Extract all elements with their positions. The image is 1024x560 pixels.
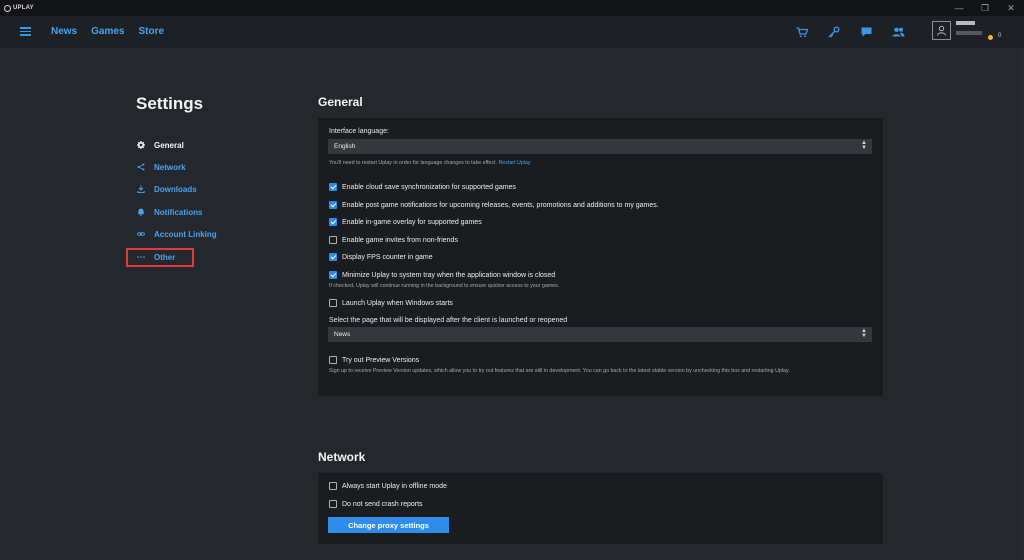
cart-icon[interactable] bbox=[795, 25, 809, 39]
sidebar-item-downloads[interactable]: Downloads bbox=[137, 182, 197, 196]
close-button[interactable]: ✕ bbox=[998, 0, 1024, 16]
logo-text: UPLAY bbox=[13, 5, 34, 11]
avatar[interactable] bbox=[932, 21, 951, 40]
checkbox[interactable] bbox=[329, 218, 337, 226]
bell-icon bbox=[137, 208, 145, 216]
checkbox[interactable] bbox=[329, 271, 337, 279]
option-fps-counter[interactable]: Display FPS counter in game bbox=[329, 253, 433, 261]
uplay-logo-icon bbox=[4, 4, 11, 12]
option-no-crash-reports[interactable]: Do not send crash reports bbox=[329, 500, 423, 508]
checkbox[interactable] bbox=[329, 500, 337, 508]
coin-balance: 0 bbox=[998, 33, 1002, 39]
language-value: English bbox=[334, 143, 356, 150]
network-panel: Always start Uplay in offline mode Do no… bbox=[318, 473, 883, 544]
checkbox[interactable] bbox=[329, 299, 337, 307]
checkbox[interactable] bbox=[329, 236, 337, 244]
top-navigation: News Games Store 0 bbox=[0, 16, 1024, 48]
link-icon bbox=[137, 230, 145, 238]
startpage-label: Select the page that will be displayed a… bbox=[329, 317, 568, 324]
option-post-game-notifications[interactable]: Enable post game notifications for upcom… bbox=[329, 201, 659, 209]
option-offline-mode[interactable]: Always start Uplay in offline mode bbox=[329, 482, 447, 490]
sidebar-item-label: Account Linking bbox=[154, 229, 217, 239]
sidebar-item-notifications[interactable]: Notifications bbox=[137, 205, 202, 219]
checkbox[interactable] bbox=[329, 183, 337, 191]
option-minimize-to-tray[interactable]: Minimize Uplay to system tray when the a… bbox=[329, 271, 555, 279]
tray-note: If checked, Uplay will continue running … bbox=[329, 283, 560, 289]
uplay-logo: UPLAY bbox=[4, 4, 34, 12]
highlight-annotation-box bbox=[126, 248, 194, 267]
option-invites-non-friends[interactable]: Enable game invites from non-friends bbox=[329, 236, 458, 244]
restart-uplay-link[interactable]: Restart Uplay bbox=[498, 160, 530, 166]
startpage-select[interactable]: News ▲ ▼ bbox=[328, 327, 872, 342]
page-title: Settings bbox=[136, 94, 204, 113]
option-ingame-overlay[interactable]: Enable in-game overlay for supported gam… bbox=[329, 218, 482, 226]
gear-icon bbox=[137, 141, 145, 149]
menu-icon[interactable] bbox=[20, 27, 31, 36]
checkbox[interactable] bbox=[329, 253, 337, 261]
general-section-title: General bbox=[318, 95, 363, 109]
download-icon bbox=[137, 185, 145, 193]
user-icon bbox=[937, 25, 946, 36]
language-label: Interface language: bbox=[329, 128, 389, 135]
checkbox[interactable] bbox=[329, 201, 337, 209]
general-panel: Interface language: English ▲ ▼ You'll ne… bbox=[318, 118, 883, 396]
restore-button[interactable]: ❐ bbox=[972, 0, 998, 16]
chevron-updown-icon: ▲ ▼ bbox=[861, 328, 867, 339]
network-icon bbox=[137, 163, 145, 171]
username-placeholder[interactable] bbox=[956, 21, 982, 35]
language-select[interactable]: English ▲ ▼ bbox=[328, 139, 872, 154]
nav-store[interactable]: Store bbox=[138, 26, 164, 37]
friends-icon[interactable] bbox=[891, 25, 905, 39]
sidebar-item-label: Network bbox=[154, 162, 186, 172]
chat-icon[interactable] bbox=[859, 25, 873, 39]
chevron-updown-icon: ▲ ▼ bbox=[861, 140, 867, 151]
sidebar-item-general[interactable]: General bbox=[137, 138, 184, 152]
checkbox[interactable] bbox=[329, 482, 337, 490]
option-launch-on-startup[interactable]: Launch Uplay when Windows starts bbox=[329, 299, 453, 307]
sidebar-item-account-linking[interactable]: Account Linking bbox=[137, 227, 217, 241]
sidebar-item-label: General bbox=[154, 140, 184, 150]
title-bar: UPLAY — ❐ ✕ bbox=[0, 0, 1024, 16]
change-proxy-button[interactable]: Change proxy settings bbox=[328, 517, 449, 533]
coin-icon bbox=[988, 35, 993, 40]
sidebar-item-label: Downloads bbox=[154, 184, 197, 194]
scrollbar-track[interactable] bbox=[1018, 48, 1024, 560]
nav-news[interactable]: News bbox=[51, 26, 77, 37]
minimize-button[interactable]: — bbox=[946, 0, 972, 16]
network-section-title: Network bbox=[318, 450, 366, 464]
sidebar-item-label: Notifications bbox=[154, 207, 203, 217]
option-preview-versions[interactable]: Try out Preview Versions bbox=[329, 356, 419, 364]
option-cloud-save[interactable]: Enable cloud save synchronization for su… bbox=[329, 183, 516, 191]
startpage-value: News bbox=[334, 331, 351, 338]
nav-games[interactable]: Games bbox=[91, 26, 124, 37]
checkbox[interactable] bbox=[329, 356, 337, 364]
key-icon[interactable] bbox=[827, 25, 841, 39]
sidebar-item-network[interactable]: Network bbox=[137, 160, 186, 174]
language-note: You'll need to restart Uplay in order fo… bbox=[329, 160, 531, 166]
preview-note: Sign up to receive Preview Version updat… bbox=[329, 368, 790, 374]
